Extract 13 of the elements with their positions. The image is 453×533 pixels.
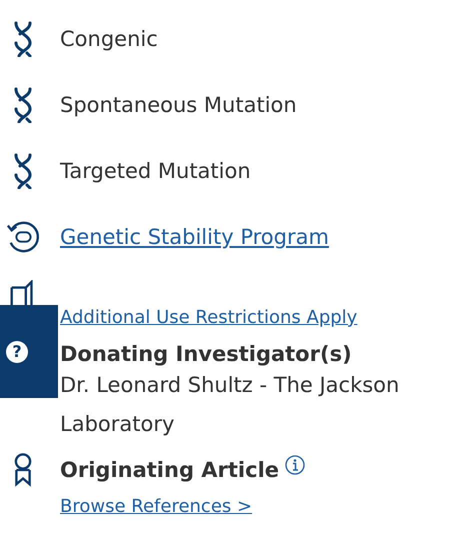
info-icon[interactable] (285, 455, 306, 475)
article-heading: Originating Article (60, 458, 280, 482)
program-link[interactable]: Genetic Stability Program (60, 225, 329, 249)
browse-references-link[interactable]: Browse References > (60, 496, 252, 517)
help-tab[interactable]: ? (0, 305, 58, 398)
model-type-label: Targeted Mutation (60, 159, 251, 183)
model-type-label: Congenic (60, 27, 158, 51)
help-icon[interactable]: ? (6, 341, 28, 363)
donating-heading: Donating Investigator(s) (60, 342, 353, 366)
cycle-icon (6, 220, 40, 254)
restrictions-link[interactable]: Additional Use Restrictions Apply (60, 307, 358, 328)
investigator-name: Dr. Leonard Shultz - The Jackson Laboratory (60, 372, 400, 438)
model-type-label: Spontaneous Mutation (60, 93, 297, 117)
